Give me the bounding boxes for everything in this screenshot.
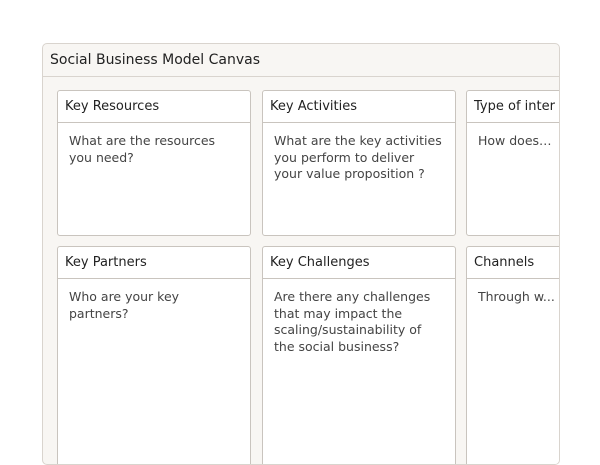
canvas-title: Social Business Model Canvas [43,44,559,77]
card-title: Key Activities [263,91,455,123]
card-title: Key Partners [58,247,250,279]
card-key-partners[interactable]: Key Partners Who are your key partners? [57,246,251,464]
card-prompt[interactable]: What are the key activities you perform … [263,123,455,183]
card-channels[interactable]: Channels Through w... [466,246,559,464]
card-prompt[interactable]: How does y... [467,123,559,150]
card-key-activities[interactable]: Key Activities What are the key activiti… [262,90,456,236]
card-type-of-interaction[interactable]: Type of inter How does y... [466,90,559,236]
card-title: Key Resources [58,91,250,123]
card-prompt[interactable]: Who are your key partners? [58,279,250,322]
card-title: Channels [467,247,559,279]
card-title: Type of inter [467,91,559,123]
card-prompt[interactable]: What are the resources you need? [58,123,250,166]
card-key-resources[interactable]: Key Resources What are the resources you… [57,90,251,236]
business-model-canvas: Social Business Model Canvas Key Resourc… [42,43,560,465]
card-key-challenges[interactable]: Key Challenges Are there any challenges … [262,246,456,464]
card-prompt[interactable]: Are there any challenges that may impact… [263,279,455,355]
card-prompt[interactable]: Through w... [467,279,559,306]
card-title: Key Challenges [263,247,455,279]
